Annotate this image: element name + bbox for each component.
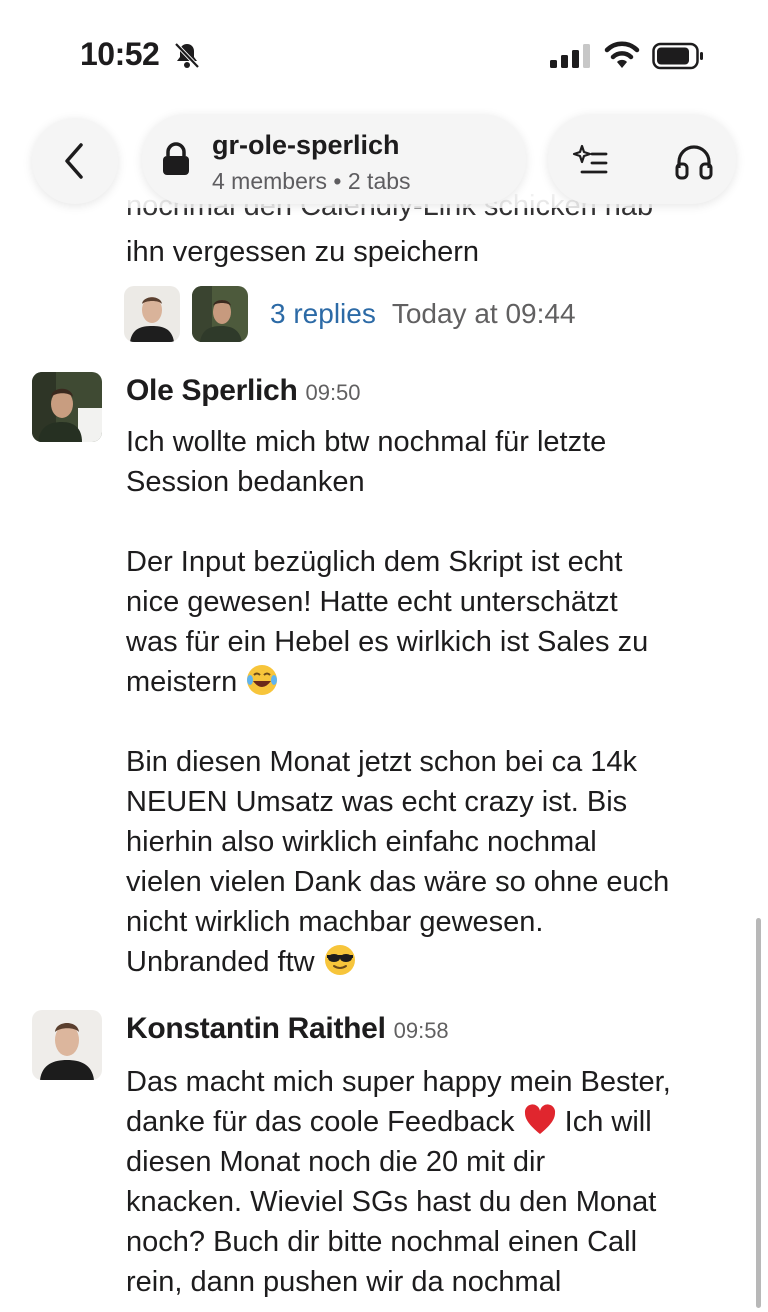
replies-link[interactable]: 3 replies (270, 298, 376, 330)
message-author[interactable]: Konstantin Raithel 09:58 (126, 1012, 449, 1046)
channel-meta: 4 members • 2 tabs (212, 168, 411, 194)
message-line: vielen vielen Dank das wäre so ohne euch (126, 866, 670, 898)
channel-info-button[interactable]: gr-ole-sperlich 4 members • 2 tabs (142, 114, 526, 204)
message-line: knacken. Wieviel SGs hast du den Monat (126, 1186, 657, 1218)
bell-slash-icon (174, 42, 200, 69)
status-bar: 10:52 (0, 0, 768, 108)
cellular-signal-icon (550, 44, 590, 68)
channel-header: gr-ole-sperlich 4 members • 2 tabs (0, 108, 768, 208)
avatar-ole-sperlich[interactable] (32, 372, 102, 442)
message-line: nice gewesen! Hatte echt unterschätzt (126, 586, 618, 618)
message-line: rein, dann pushen wir da nochmal (126, 1266, 562, 1298)
message-line: Ich wollte mich btw nochmal für letzte (126, 426, 607, 458)
message-text: ihn vergessen zu speichern (126, 236, 480, 268)
message-line: NEUEN Umsatz was echt crazy ist. Bis (126, 786, 628, 818)
status-time: 10:52 (80, 36, 160, 72)
message-line: danke für das coole Feedback (126, 1106, 515, 1138)
avatar-konstantin-raithel[interactable] (32, 1010, 102, 1080)
red-heart-emoji-icon (524, 1104, 555, 1134)
message-line: Session bedanken (126, 466, 365, 498)
message-line: nicht wirklich machbar gewesen. (126, 906, 544, 938)
message-line: Ich will (564, 1106, 652, 1138)
tears-of-joy-emoji-icon (247, 665, 278, 695)
chevron-left-icon (65, 143, 83, 179)
message-line: Bin diesen Monat jetzt schon bei ca 14k (126, 746, 638, 778)
author-name[interactable]: Konstantin Raithel (126, 1012, 386, 1045)
message-line: Unbranded ftw (126, 946, 315, 978)
message-line: meistern (126, 666, 238, 698)
message-line: was für ein Hebel es wirlkich ist Sales … (126, 626, 649, 658)
message-body: Ich wollte mich btw nochmal für letzte S… (126, 422, 746, 982)
reply-avatar-konstantin (124, 286, 180, 342)
message-line-with-emoji: danke für das coole Feedback Ich will (126, 1102, 746, 1142)
message-line: diesen Monat noch die 20 mit dir (126, 1146, 546, 1178)
replies-timestamp: Today at 09:44 (391, 298, 576, 329)
message-timestamp: 09:50 (305, 380, 361, 405)
message-author[interactable]: Ole Sperlich 09:50 (126, 374, 361, 408)
ai-summary-icon[interactable] (570, 140, 610, 180)
back-button[interactable] (32, 118, 118, 204)
header-actions (548, 114, 736, 204)
lock-icon (163, 142, 189, 175)
headphones-icon[interactable] (674, 142, 714, 180)
sunglasses-emoji-icon (324, 945, 355, 975)
message-line: noch? Buch dir bitte nochmal einen Call (126, 1226, 638, 1258)
message-body: Das macht mich super happy mein Bester, … (126, 1062, 746, 1302)
message-line-with-emoji: Unbranded ftw (126, 942, 746, 982)
message-line: hierhin also wirklich einfahc nochmal (126, 826, 597, 858)
scrollbar[interactable] (756, 918, 761, 1308)
message-line: Der Input bezüglich dem Skript ist echt (126, 546, 623, 578)
author-name[interactable]: Ole Sperlich (126, 374, 298, 407)
message-line: Das macht mich super happy mein Bester, (126, 1066, 671, 1098)
thread-replies[interactable]: 3 replies Today at 09:44 (124, 286, 576, 342)
battery-icon (652, 42, 703, 70)
channel-name: gr-ole-sperlich (212, 130, 400, 160)
wifi-icon (604, 41, 640, 68)
message-line-with-emoji: meistern (126, 662, 746, 702)
message-timestamp: 09:58 (393, 1018, 449, 1043)
reply-avatar-ole (192, 286, 248, 342)
